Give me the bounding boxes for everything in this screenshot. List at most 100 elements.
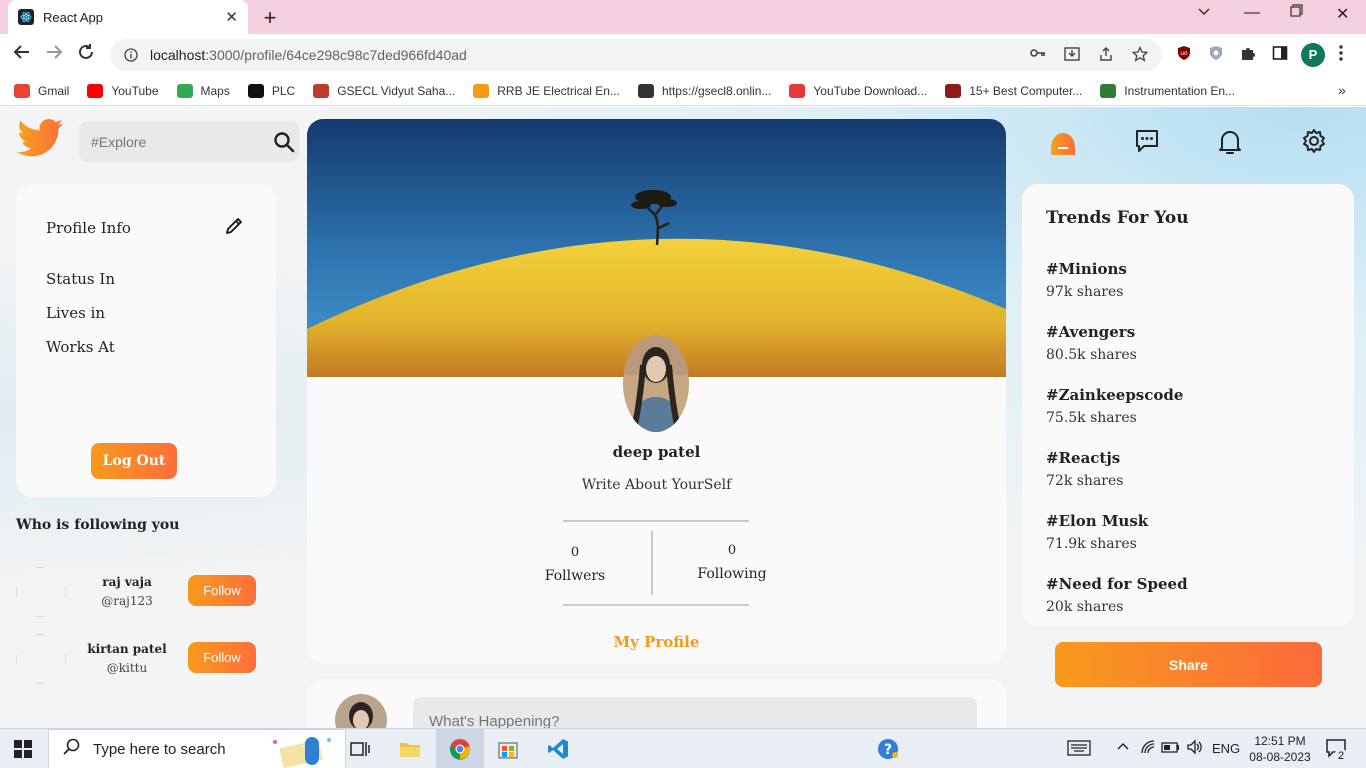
explore-search-box[interactable] xyxy=(79,121,299,162)
status-in-label: Status In xyxy=(46,270,115,288)
bookmark-item[interactable]: PLC xyxy=(247,83,295,98)
follow-button[interactable]: Follow xyxy=(188,642,256,673)
trend-shares: 20k shares xyxy=(1046,599,1124,615)
bookmark-label: YouTube Download... xyxy=(813,83,928,98)
file-explorer-icon[interactable] xyxy=(386,729,434,768)
new-tab-button[interactable]: + xyxy=(258,5,282,31)
bookmark-item[interactable]: YouTube xyxy=(87,83,159,98)
windows-start-icon[interactable] xyxy=(14,740,32,758)
taskbar-clock[interactable]: 12:51 PM 08-08-2023 xyxy=(1245,733,1315,765)
close-window-button[interactable]: ✕ xyxy=(1336,4,1349,24)
help-icon[interactable]: ? xyxy=(864,729,912,768)
settings-gear-icon[interactable] xyxy=(1301,128,1327,158)
browser-profile-avatar[interactable]: P xyxy=(1301,43,1325,67)
chat-icon[interactable] xyxy=(1134,128,1160,158)
bookmark-item[interactable]: YouTube Download... xyxy=(789,83,928,98)
bookmark-favicon-icon xyxy=(637,83,654,98)
log-out-button[interactable]: Log Out xyxy=(91,443,177,479)
volume-icon[interactable] xyxy=(1186,739,1204,758)
bookmark-favicon-icon xyxy=(247,83,264,98)
bookmark-favicon-icon xyxy=(789,83,806,98)
trend-name[interactable]: #Zainkeepscode xyxy=(1046,386,1183,404)
follow-button[interactable]: Follow xyxy=(188,575,256,606)
trend-name[interactable]: #Avengers xyxy=(1046,323,1135,341)
profile-main-card: deep patel Write About YourSelf 0 Follwe… xyxy=(307,119,1006,663)
reload-icon[interactable] xyxy=(74,43,98,67)
minimize-button[interactable]: — xyxy=(1244,4,1260,22)
search-highlight-icon[interactable] xyxy=(265,734,341,768)
clock-time: 12:51 PM xyxy=(1254,734,1306,748)
trend-name[interactable]: #Need for Speed xyxy=(1046,575,1188,593)
extensions-puzzle-icon[interactable] xyxy=(1240,45,1256,65)
windows-taskbar: Type here to search ? ENG 12:51 PM 08-08… xyxy=(0,728,1366,768)
bookmark-item[interactable]: https://gsecl8.onlin... xyxy=(637,83,771,98)
keyboard-icon[interactable] xyxy=(1067,739,1091,760)
profile-picture[interactable] xyxy=(623,335,689,432)
bookmark-item[interactable]: Instrumentation En... xyxy=(1100,83,1235,98)
bookmark-favicon-icon xyxy=(945,83,962,98)
vscode-icon[interactable] xyxy=(534,729,582,768)
my-profile-link[interactable]: My Profile xyxy=(307,633,1006,651)
bookmark-item[interactable]: Maps xyxy=(176,83,230,98)
browser-menu-icon[interactable] xyxy=(1338,44,1344,66)
profile-bio: Write About YourSelf xyxy=(581,477,732,493)
side-panel-icon[interactable] xyxy=(1272,45,1288,65)
react-icon xyxy=(18,9,34,25)
bookmark-item[interactable]: Gmail xyxy=(14,83,69,98)
microsoft-store-icon[interactable] xyxy=(484,729,532,768)
follower-item: kirtan patel @kittu Follow xyxy=(15,633,276,685)
wifi-icon[interactable] xyxy=(1140,739,1156,758)
share-button[interactable]: Share xyxy=(1055,642,1322,687)
shield-extension-icon[interactable] xyxy=(1208,45,1224,65)
divider xyxy=(563,520,749,522)
bookmark-item[interactable]: 15+ Best Computer... xyxy=(945,83,1083,98)
whats-happening-input[interactable] xyxy=(413,697,977,728)
follower-avatar[interactable] xyxy=(15,566,67,618)
task-view-icon[interactable] xyxy=(336,729,384,768)
search-icon[interactable] xyxy=(273,131,295,157)
ublock-extension-icon[interactable]: uo xyxy=(1176,45,1192,65)
twitter-bird-logo-icon[interactable] xyxy=(16,119,64,159)
site-info-icon[interactable] xyxy=(124,48,138,62)
post-composer xyxy=(307,679,1006,728)
more-bookmarks-icon[interactable]: » xyxy=(1338,82,1346,98)
works-at-label: Works At xyxy=(46,338,115,356)
tab-search-icon[interactable] xyxy=(1197,4,1211,23)
address-bar[interactable]: localhost:3000/profile/64ce298c98c7ded96… xyxy=(110,39,1162,71)
key-icon[interactable] xyxy=(1030,46,1046,66)
notification-bell-icon[interactable] xyxy=(1217,128,1243,160)
install-icon[interactable] xyxy=(1064,46,1080,66)
home-icon[interactable] xyxy=(1049,129,1077,161)
bookmark-label: 15+ Best Computer... xyxy=(969,83,1083,98)
edit-pencil-icon[interactable] xyxy=(224,216,244,240)
bookmark-item[interactable]: GSECL Vidyut Saha... xyxy=(313,83,455,98)
composer-avatar xyxy=(335,694,387,728)
battery-icon[interactable] xyxy=(1161,739,1181,758)
maximize-button[interactable] xyxy=(1290,4,1303,22)
url-path: :3000/profile/64ce298c98c7ded966fd40ad xyxy=(205,47,467,63)
trend-name[interactable]: #Reactjs xyxy=(1046,449,1120,467)
divider xyxy=(563,604,749,606)
taskbar-search-text: Type here to search xyxy=(93,740,226,758)
trend-name[interactable]: #Elon Musk xyxy=(1046,512,1148,530)
bookmark-favicon-icon xyxy=(14,83,30,98)
tab-close-icon[interactable]: ✕ xyxy=(225,8,238,26)
svg-text:?: ? xyxy=(884,742,892,758)
trend-name[interactable]: #Minions xyxy=(1046,260,1127,278)
trends-card: Trends For You #Minions 97k shares #Aven… xyxy=(1022,184,1354,626)
profile-info-card: Profile Info Status In Lives in Works At… xyxy=(16,184,276,497)
bookmark-item[interactable]: RRB JE Electrical En... xyxy=(473,83,620,98)
show-hidden-icons-chevron-icon[interactable] xyxy=(1116,739,1130,756)
forward-arrow-icon[interactable] xyxy=(42,43,66,67)
chrome-icon[interactable] xyxy=(436,729,484,768)
browser-tab[interactable]: React App ✕ xyxy=(8,0,248,34)
follower-name: kirtan patel xyxy=(87,642,167,656)
taskbar-search-box[interactable]: Type here to search xyxy=(48,729,346,768)
app-root: Profile Info Status In Lives in Works At… xyxy=(0,107,1366,728)
language-indicator[interactable]: ENG xyxy=(1212,741,1240,756)
share-page-icon[interactable] xyxy=(1098,46,1114,66)
explore-search-input[interactable] xyxy=(91,133,271,150)
follower-avatar[interactable] xyxy=(15,633,67,685)
back-arrow-icon[interactable] xyxy=(10,43,34,67)
bookmark-star-icon[interactable] xyxy=(1131,45,1149,66)
